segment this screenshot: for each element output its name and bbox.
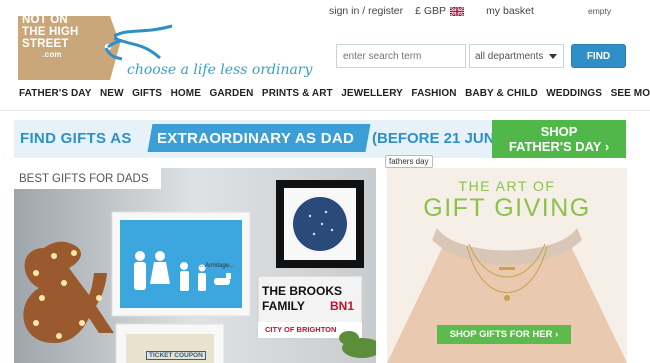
logo-line1: NOT ON: [22, 14, 68, 26]
hero-left-label-container: BEST GIFTS FOR DADS: [14, 168, 161, 189]
logo-wordmark: NOT ON THE HIGH STREET .com: [22, 14, 98, 59]
shop-cta-line2: FATHER'S DAY ›: [508, 139, 610, 154]
promo-text-part1: FIND GIFTS AS: [20, 130, 132, 147]
department-selected: all departments: [475, 50, 544, 62]
nav-gifts[interactable]: GIFTS: [132, 88, 162, 102]
art-title-line2: GIFT GIVING: [423, 194, 591, 222]
sign-line1: THE BROOKS: [262, 284, 343, 298]
art-of-gift-giving-hero[interactable]: THE ART OF GIFT GIVING SHOP GIFTS FOR HE…: [387, 168, 627, 363]
sign-line2: FAMILY: [262, 299, 305, 313]
utility-bar: sign in / register £ GBP my basket: [329, 4, 534, 18]
nav-see-more[interactable]: SEE MORE: [611, 88, 650, 102]
uk-flag-icon[interactable]: [450, 6, 465, 16]
best-gifts-label: BEST GIFTS FOR DADS: [19, 172, 149, 185]
nav-weddings[interactable]: WEDDINGS: [546, 88, 602, 102]
best-gifts-for-dads-hero[interactable]: BEST GIFTS FOR DADS ...Armitage... THE B…: [14, 168, 376, 363]
nav-garden[interactable]: GARDEN: [209, 88, 253, 102]
nav-baby-child[interactable]: BABY & CHILD: [465, 88, 538, 102]
shop-gifts-for-her-button[interactable]: SHOP GIFTS FOR HER ›: [437, 325, 571, 344]
shop-cta-line1: SHOP: [540, 124, 578, 139]
logo-line4: .com: [42, 50, 62, 59]
nav-home[interactable]: HOME: [171, 88, 201, 102]
nav-divider: [0, 110, 650, 111]
chevron-down-icon: [549, 54, 557, 59]
my-basket-link[interactable]: my basket: [486, 5, 534, 17]
sign-code: BN1: [330, 299, 355, 313]
nav-new[interactable]: NEW: [100, 88, 124, 102]
department-select[interactable]: all departments: [469, 44, 564, 68]
frame-caption: ...Armitage...: [200, 263, 235, 269]
sign-city: CITY OF BRIGHTON: [265, 325, 337, 334]
nav-fashion[interactable]: FASHION: [411, 88, 456, 102]
ticket-coupon: TICKET COUPON: [146, 351, 206, 360]
tagline: choose a life less ordinary: [127, 62, 313, 78]
fathers-day-promo-banner[interactable]: FIND GIFTS AS EXTRAORDINARY AS DAD (BEFO…: [14, 120, 626, 158]
shop-fathers-day-button[interactable]: SHOP FATHER'S DAY ›: [492, 120, 626, 158]
main-nav: FATHER'S DAY NEW GIFTS HOME GARDEN PRINT…: [19, 88, 650, 102]
nav-fathers-day[interactable]: FATHER'S DAY: [19, 88, 91, 102]
nav-jewellery[interactable]: JEWELLERY: [341, 88, 403, 102]
sign-in-register-link[interactable]: sign in / register: [329, 5, 403, 17]
currency-selector[interactable]: £ GBP: [415, 5, 446, 17]
art-of-gift-giving-title: THE ART OF GIFT GIVING: [387, 178, 627, 222]
ribbon-icon: [114, 24, 173, 60]
nav-prints-art[interactable]: PRINTS & ART: [262, 88, 333, 102]
logo-line3: STREET: [22, 38, 69, 50]
fathers-day-tooltip: fathers day: [385, 155, 433, 168]
find-button[interactable]: FIND: [571, 44, 626, 68]
logo-line2: THE HIGH: [22, 26, 79, 38]
art-title-line1: THE ART OF: [458, 178, 556, 194]
search-input[interactable]: [336, 44, 466, 68]
basket-status: empty: [588, 6, 612, 16]
promo-text-part2: EXTRAORDINARY AS DAD: [157, 130, 355, 147]
